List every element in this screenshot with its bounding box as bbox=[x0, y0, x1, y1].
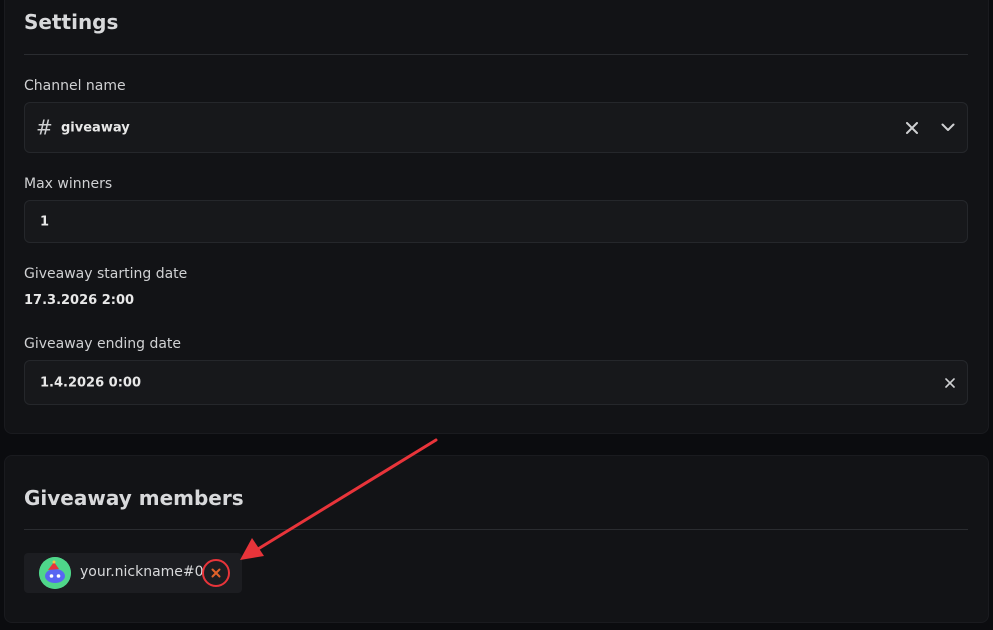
chevron-down-icon[interactable] bbox=[939, 119, 957, 137]
end-date-label: Giveaway ending date bbox=[24, 336, 182, 352]
end-date-input[interactable]: 1.4.2026 0:00 bbox=[24, 360, 968, 405]
avatar bbox=[39, 557, 71, 589]
channel-value: giveaway bbox=[61, 120, 130, 135]
channel-name-label: Channel name bbox=[24, 78, 126, 94]
settings-title: Settings bbox=[24, 10, 119, 34]
members-title: Giveaway members bbox=[24, 486, 244, 510]
member-name: your.nickname#0 bbox=[80, 564, 204, 580]
members-divider bbox=[24, 529, 968, 530]
settings-divider bbox=[24, 54, 968, 55]
clear-date-icon[interactable] bbox=[941, 374, 959, 392]
hash-icon: # bbox=[36, 115, 53, 140]
channel-select[interactable]: # giveaway bbox=[24, 102, 968, 153]
clear-channel-icon[interactable] bbox=[903, 119, 921, 137]
max-winners-label: Max winners bbox=[24, 176, 113, 192]
start-date-value: 17.3.2026 2:00 bbox=[24, 293, 135, 308]
start-date-label: Giveaway starting date bbox=[24, 266, 188, 282]
settings-card: Settings Channel name # giveaway Max win… bbox=[4, 0, 989, 434]
members-card: Giveaway members your.nickname#0 bbox=[4, 455, 989, 623]
close-icon bbox=[211, 568, 221, 578]
max-winners-value: 1 bbox=[40, 214, 50, 229]
member-chip: your.nickname#0 bbox=[24, 553, 242, 593]
remove-member-button[interactable] bbox=[202, 559, 230, 587]
end-date-value: 1.4.2026 0:00 bbox=[40, 375, 142, 390]
max-winners-input[interactable]: 1 bbox=[24, 200, 968, 243]
